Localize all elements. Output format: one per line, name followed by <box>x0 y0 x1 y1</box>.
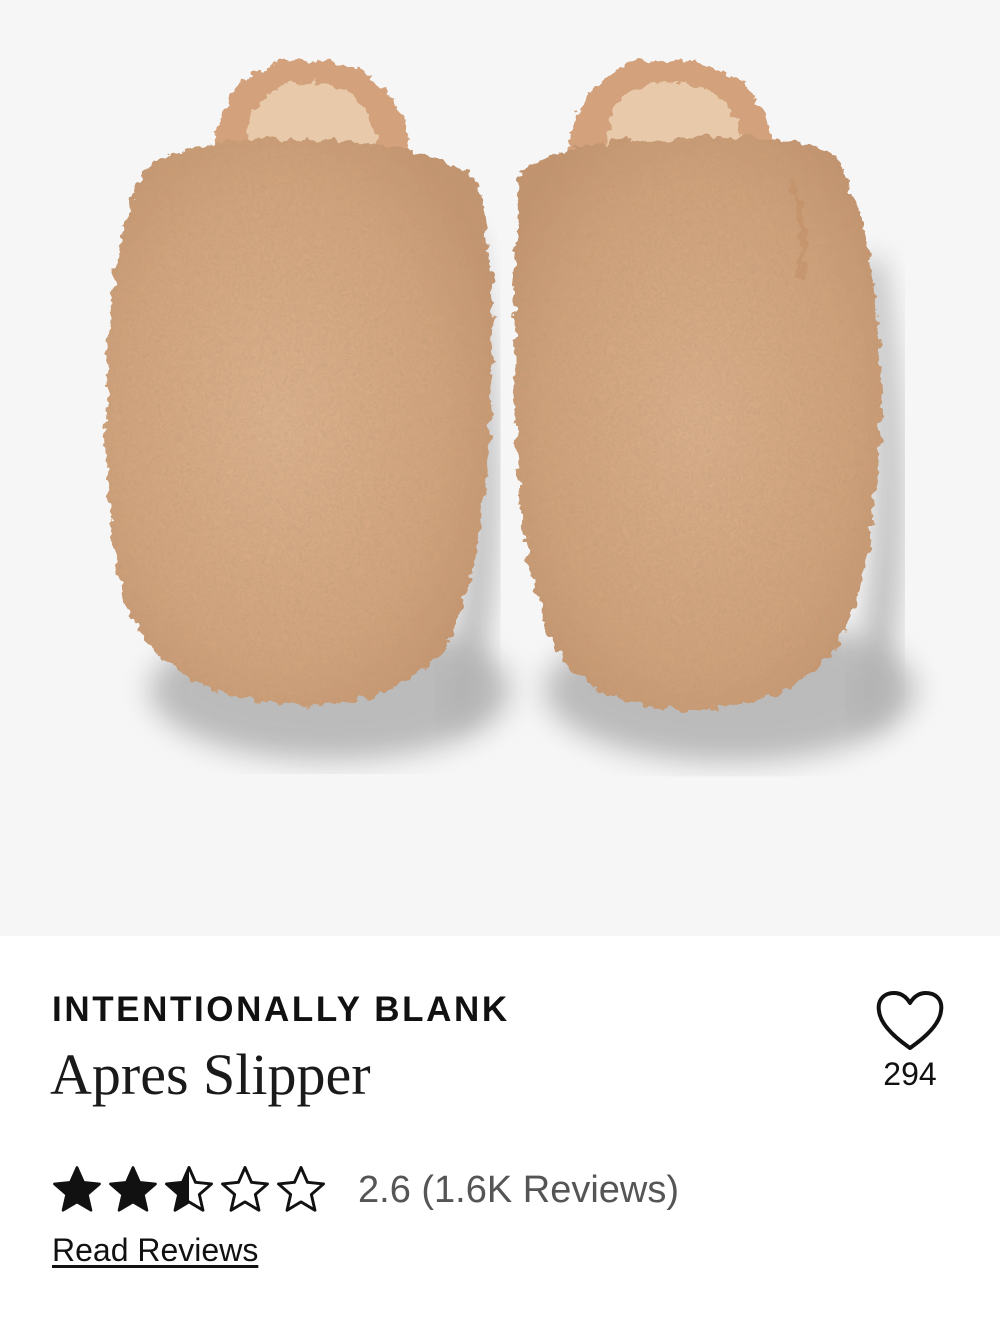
product-title: Apres Slipper <box>50 1042 371 1107</box>
right-slipper <box>514 60 881 711</box>
star-rating <box>50 1163 330 1217</box>
product-image[interactable] <box>0 0 1000 936</box>
star-empty-icon <box>274 1163 328 1217</box>
product-card: INTENTIONALLY BLANK Apres Slipper 294 2.… <box>0 0 1000 1333</box>
left-slipper <box>106 59 493 706</box>
slippers-illustration <box>106 59 915 762</box>
read-reviews-link[interactable]: Read Reviews <box>52 1231 258 1269</box>
heart-icon <box>876 991 944 1050</box>
star-full-icon <box>106 1163 160 1217</box>
star-empty-icon <box>218 1163 272 1217</box>
brand-name[interactable]: INTENTIONALLY BLANK <box>52 990 510 1030</box>
star-half-icon <box>162 1163 216 1217</box>
favorite-count: 294 <box>883 1056 937 1092</box>
rating-row: 2.6 (1.6K Reviews) <box>50 1160 679 1220</box>
favorite-button[interactable]: 294 <box>862 988 958 1098</box>
star-full-icon <box>50 1163 104 1217</box>
rating-summary: 2.6 (1.6K Reviews) <box>358 1169 680 1211</box>
